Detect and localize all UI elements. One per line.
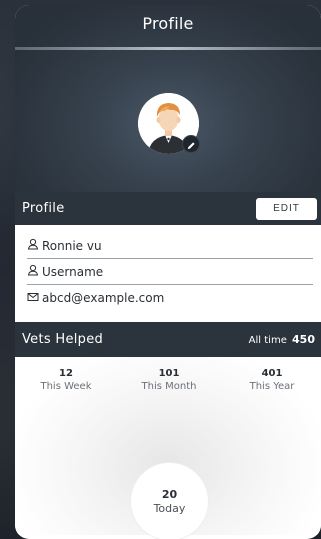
stat-value: 101 — [158, 368, 180, 379]
profile-card: Profile Profile EDIT Ronnie vu Username … — [15, 5, 321, 539]
email-field[interactable]: abcd@example.com — [27, 285, 313, 311]
vets-section-label: Vets Helped — [22, 332, 104, 347]
all-time-total: All time 450 — [249, 333, 315, 346]
title-divider — [15, 47, 321, 50]
profile-fields: Ronnie vu Username abcd@example.com — [15, 225, 321, 322]
vets-section-header: Vets Helped All time 450 — [15, 322, 321, 357]
edit-avatar-button[interactable] — [182, 135, 200, 153]
today-value: 20 — [161, 488, 178, 501]
all-time-value: 450 — [292, 333, 315, 346]
profile-section-header: Profile EDIT — [15, 192, 321, 225]
name-field[interactable]: Ronnie vu — [27, 233, 313, 259]
username-value: Username — [42, 264, 104, 279]
stat-value: 12 — [59, 368, 73, 379]
username-field[interactable]: Username — [27, 259, 313, 285]
stat-label: This Month — [141, 381, 197, 392]
stat-label: This Week — [40, 381, 92, 392]
mail-icon — [27, 291, 39, 306]
user-icon — [27, 264, 39, 279]
name-value: Ronnie vu — [42, 238, 102, 253]
profile-header: Profile — [15, 5, 321, 192]
stat-today: 20 Today — [131, 463, 208, 539]
profile-section-label: Profile — [22, 201, 65, 216]
stat-this-week: 12 This Week — [21, 368, 111, 392]
page-title: Profile — [142, 14, 194, 33]
today-label: Today — [153, 502, 186, 515]
all-time-label: All time — [248, 335, 287, 346]
email-value: abcd@example.com — [42, 291, 165, 305]
stat-this-year: 401 This Year — [227, 368, 317, 392]
stat-this-month: 101 This Month — [124, 368, 214, 392]
stat-value: 401 — [261, 368, 283, 379]
stat-label: This Year — [249, 381, 295, 392]
vets-stats: 12 This Week 101 This Month 401 This Yea… — [15, 357, 321, 539]
pencil-icon — [187, 135, 196, 154]
edit-profile-button[interactable]: EDIT — [256, 197, 317, 220]
user-icon — [27, 238, 39, 253]
